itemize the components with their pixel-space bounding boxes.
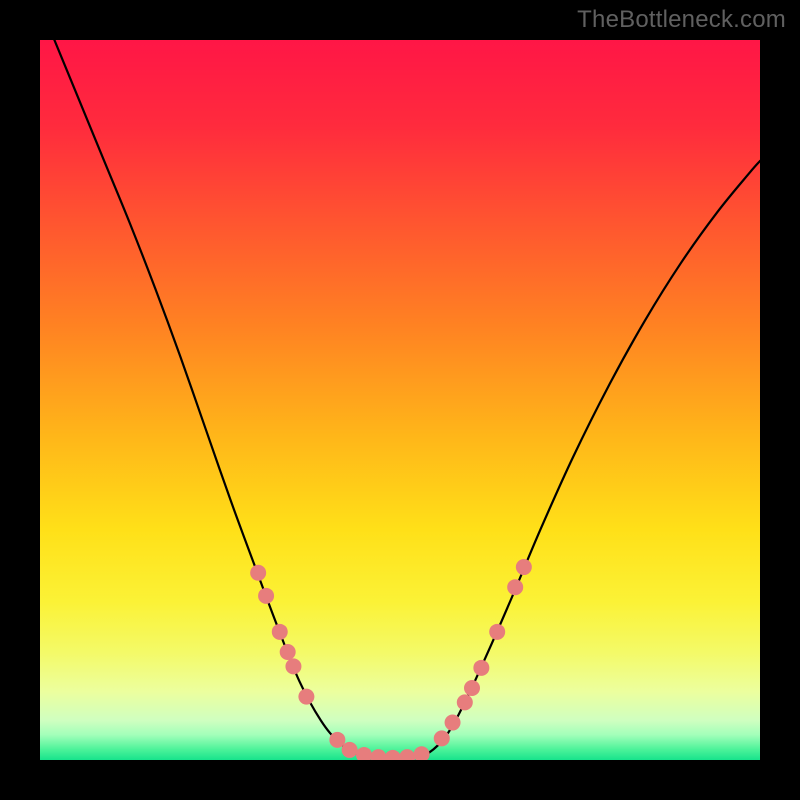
- chart-background-gradient: [40, 40, 760, 760]
- watermark-text: TheBottleneck.com: [577, 6, 786, 34]
- chart-frame: [40, 40, 760, 760]
